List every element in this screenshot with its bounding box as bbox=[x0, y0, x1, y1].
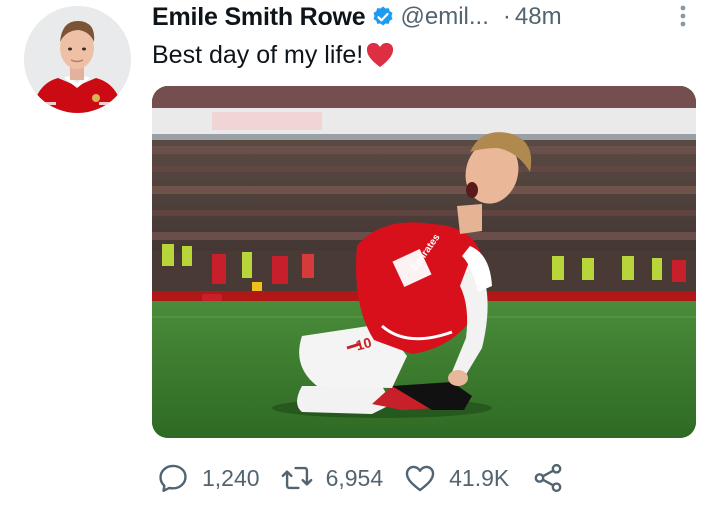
red-heart-emoji-icon bbox=[367, 43, 394, 67]
retweet-icon bbox=[281, 466, 312, 490]
author-name[interactable]: Emile Smith Rowe bbox=[152, 3, 366, 32]
retweet-button[interactable]: 6,954 bbox=[280, 461, 384, 495]
tweet-text-content: Best day of my life! bbox=[152, 40, 364, 69]
author-avatar[interactable] bbox=[24, 6, 131, 113]
reply-button[interactable]: 1,240 bbox=[156, 461, 260, 495]
author-handle[interactable]: @emil... bbox=[401, 3, 489, 31]
reply-icon bbox=[159, 464, 187, 492]
avatar-image bbox=[24, 6, 131, 113]
tweet-media-photo[interactable]: Emirates 10 bbox=[152, 86, 696, 438]
like-button[interactable]: 41.9K bbox=[403, 461, 509, 495]
tweet-timestamp[interactable]: 48m bbox=[515, 3, 562, 31]
share-button[interactable] bbox=[531, 461, 565, 495]
share-icon bbox=[534, 463, 562, 493]
more-options-icon[interactable] bbox=[668, 4, 698, 30]
football-celebration-image: Emirates 10 bbox=[152, 86, 696, 438]
heart-icon bbox=[405, 465, 435, 492]
like-count: 41.9K bbox=[449, 464, 510, 491]
verified-badge-icon bbox=[373, 6, 393, 26]
header-separator: · bbox=[502, 3, 511, 30]
retweet-count: 6,954 bbox=[325, 464, 384, 491]
reply-count: 1,240 bbox=[202, 464, 260, 491]
tweet-actions: 1,240 6,954 41.9K bbox=[152, 458, 565, 498]
tweet-header: Emile Smith Rowe @emil... · 48m bbox=[152, 2, 700, 32]
tweet-text: Best day of my life! bbox=[152, 40, 395, 70]
